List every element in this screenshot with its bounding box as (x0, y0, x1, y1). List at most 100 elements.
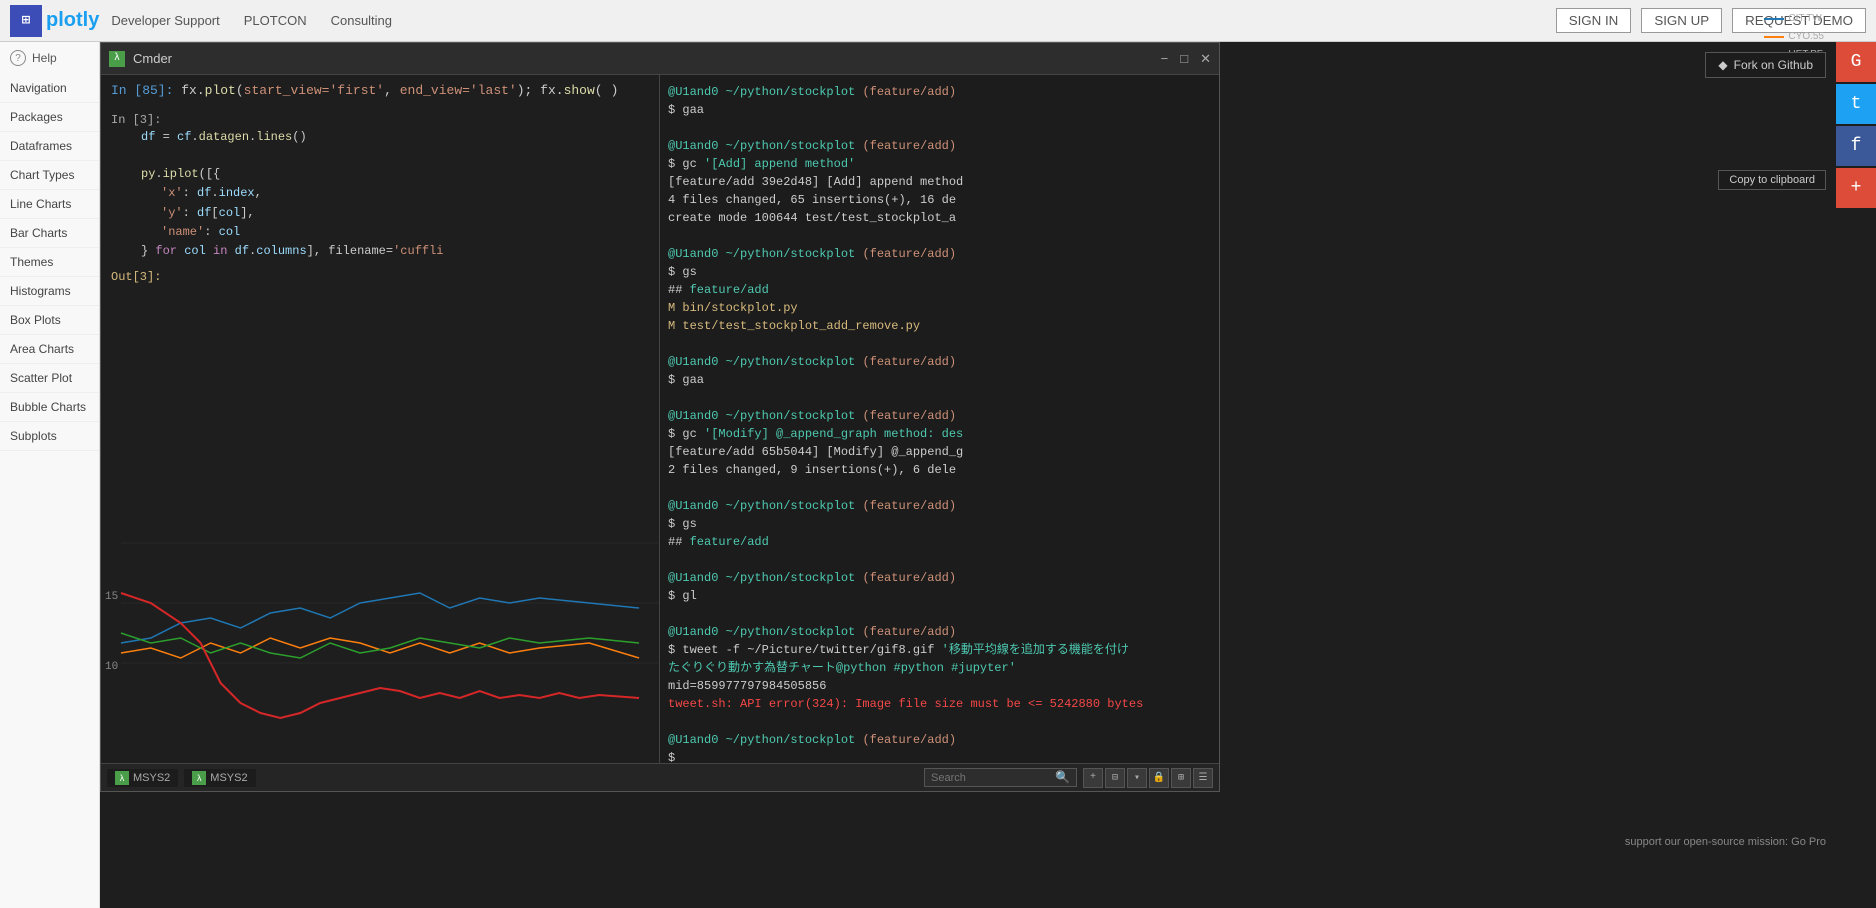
left-sidebar: ? Help Navigation Packages Dataframes Ch… (0, 42, 100, 908)
chart-area: 15 10 (101, 443, 659, 763)
toolbar-split-btn[interactable]: ⊟ (1105, 768, 1125, 788)
cmder-titlebar: λ Cmder − □ ✕ (101, 43, 1219, 75)
facebook-icon: f (1851, 136, 1862, 156)
tab-icon-2: λ (192, 771, 206, 785)
copy-to-clipboard-button[interactable]: Copy to clipboard (1718, 170, 1826, 190)
sidebar-item-bar-charts[interactable]: Bar Charts (0, 219, 99, 248)
terminal-cmd-gc2: $ gc '[Modify] @_append_graph method: de… (668, 425, 1211, 443)
chart-legend: CIT.TW CYO.55 UET.PF ZFL.OY (1764, 10, 1824, 608)
terminal-out-gs1c: M test/test_stockplot_add_remove.py (668, 317, 1211, 335)
toolbar-lock-btn[interactable]: 🔒 (1149, 768, 1169, 788)
tab-label-1: MSYS2 (133, 772, 170, 784)
toolbar-add-btn[interactable]: + (1083, 768, 1103, 788)
terminal-block-6: @U1and0 ~/python/stockplot (feature/add) (668, 497, 1211, 515)
legend-cyo: CYO.55 (1764, 28, 1824, 46)
terminal-out-gc1b: 4 files changed, 65 insertions(+), 16 de (668, 191, 1211, 209)
right-social-bar: G t f + (1836, 42, 1876, 210)
plotly-brand-text: plotly (46, 9, 99, 32)
sidebar-item-line-charts[interactable]: Line Charts (0, 190, 99, 219)
fork-label: Fork on Github (1734, 58, 1813, 72)
legend-label-cyo: CYO.55 (1788, 28, 1824, 46)
terminal-out-gs1b: M bin/stockplot.py (668, 299, 1211, 317)
toolbar-dropdown-btn[interactable]: ▾ (1127, 768, 1147, 788)
terminal-cmd-gc1: $ gc '[Add] append method' (668, 155, 1211, 173)
nav-plotcon[interactable]: PLOTCON (244, 13, 307, 28)
cell-in3: In [3]: df = cf.datagen.lines() py.iplot… (101, 106, 659, 265)
terminal-pane: @U1and0 ~/python/stockplot (feature/add)… (660, 75, 1219, 763)
sidebar-item-chart-types[interactable]: Chart Types (0, 161, 99, 190)
tab-msys2-2[interactable]: λ MSYS2 (184, 769, 255, 787)
cmder-controls: − □ ✕ (1161, 51, 1211, 67)
terminal-out-tweet1: たぐりぐり動かす為替チャート@python #python #jupyter' (668, 659, 1211, 677)
terminal-out-tweet3: tweet.sh: API error(324): Image file siz… (668, 695, 1211, 713)
terminal-bottombar: λ MSYS2 λ MSYS2 🔍 + ⊟ ▾ 🔒 ⊞ ☰ (101, 763, 1219, 791)
sign-up-button[interactable]: SIGN UP (1641, 8, 1722, 33)
sidebar-item-dataframes[interactable]: Dataframes (0, 132, 99, 161)
cell-in3-body: df = cf.datagen.lines() py.iplot([{ 'x':… (111, 128, 649, 261)
legend-label-cit: CIT.TW (1788, 10, 1821, 28)
terminal-block-9: @U1and0 ~/python/stockplot (feature/add) (668, 731, 1211, 749)
github-icon: ◆ (1718, 58, 1727, 72)
help-icon: ? (10, 50, 26, 66)
terminal-out-tweet2: mid=859977797984505856 (668, 677, 1211, 695)
cell-in3-label: In [3]: (111, 113, 161, 127)
y-label-15: 15 (105, 591, 118, 603)
terminal-block-7: @U1and0 ~/python/stockplot (feature/add) (668, 569, 1211, 587)
tab-icon-1: λ (115, 771, 129, 785)
legend-color-cit (1764, 18, 1784, 20)
google-plus-button[interactable]: + (1836, 168, 1876, 208)
cmder-title: Cmder (133, 51, 172, 66)
tab-msys2-1[interactable]: λ MSYS2 (107, 769, 178, 787)
close-button[interactable]: ✕ (1200, 51, 1211, 67)
facebook-share-button[interactable]: f (1836, 126, 1876, 166)
search-input[interactable] (931, 772, 1051, 784)
y-label-10: 10 (105, 661, 118, 673)
sidebar-item-navigation[interactable]: Navigation (0, 74, 99, 103)
search-box: 🔍 (924, 768, 1077, 787)
terminal-block-1: @U1and0 ~/python/stockplot (feature/add) (668, 83, 1211, 101)
support-banner[interactable]: support our open-source mission: Go Pro (1625, 836, 1826, 848)
copy-label: Copy to clipboard (1729, 174, 1815, 186)
sidebar-item-themes[interactable]: Themes (0, 248, 99, 277)
terminal-cmd-gaa2: $ gaa (668, 371, 1211, 389)
terminal-block-4: @U1and0 ~/python/stockplot (feature/add) (668, 353, 1211, 371)
maximize-button[interactable]: □ (1180, 51, 1188, 67)
support-text: support our open-source mission: Go Pro (1625, 836, 1826, 848)
sign-in-button[interactable]: SIGN IN (1556, 8, 1632, 33)
sidebar-item-packages[interactable]: Packages (0, 103, 99, 132)
toolbar-grid-btn[interactable]: ⊞ (1171, 768, 1191, 788)
sidebar-help-item[interactable]: ? Help (0, 42, 99, 74)
tab-label-2: MSYS2 (210, 772, 247, 784)
nav-developer-support[interactable]: Developer Support (111, 13, 219, 28)
cmder-icon: λ (109, 51, 125, 67)
toolbar-menu-btn[interactable]: ☰ (1193, 768, 1213, 788)
fork-on-github-button[interactable]: ◆ Fork on Github (1705, 52, 1826, 78)
sidebar-item-area-charts[interactable]: Area Charts (0, 335, 99, 364)
toolbar-buttons: + ⊟ ▾ 🔒 ⊞ ☰ (1083, 768, 1213, 788)
sidebar-help-label: Help (32, 51, 57, 65)
terminal-out-gc2a: [feature/add 65b5044] [Modify] @_append_… (668, 443, 1211, 461)
google-share-button[interactable]: G (1836, 42, 1876, 82)
terminal-out-gc1a: [feature/add 39e2d48] [Add] append metho… (668, 173, 1211, 191)
legend-color-cyo (1764, 36, 1784, 38)
cmder-window: λ Cmder − □ ✕ In [85]: fx.plot(start_vie… (100, 42, 1220, 792)
plus-icon: + (1851, 178, 1862, 198)
browser-topbar: ⊞ plotly Developer Support PLOTCON Consu… (0, 0, 1876, 42)
terminal-out-gc1c: create mode 100644 test/test_stockplot_a (668, 209, 1211, 227)
google-icon: G (1851, 52, 1862, 72)
twitter-share-button[interactable]: t (1836, 84, 1876, 124)
terminal-out-gs2: ## feature/add (668, 533, 1211, 551)
terminal-block-3: @U1and0 ~/python/stockplot (feature/add) (668, 245, 1211, 263)
sidebar-item-box-plots[interactable]: Box Plots (0, 306, 99, 335)
sidebar-item-subplots[interactable]: Subplots (0, 422, 99, 451)
plotly-logo[interactable]: ⊞ plotly (10, 5, 99, 37)
nav-consulting[interactable]: Consulting (331, 13, 392, 28)
sidebar-item-scatter-plot[interactable]: Scatter Plot (0, 364, 99, 393)
minimize-button[interactable]: − (1161, 51, 1169, 67)
terminal-block-2: @U1and0 ~/python/stockplot (feature/add) (668, 137, 1211, 155)
sidebar-item-histograms[interactable]: Histograms (0, 277, 99, 306)
sidebar-item-bubble-charts[interactable]: Bubble Charts (0, 393, 99, 422)
terminal-block-5: @U1and0 ~/python/stockplot (feature/add) (668, 407, 1211, 425)
notebook-input-line: In [85]: fx.plot(start_view='first', end… (101, 75, 659, 106)
search-icon[interactable]: 🔍 (1055, 770, 1070, 785)
